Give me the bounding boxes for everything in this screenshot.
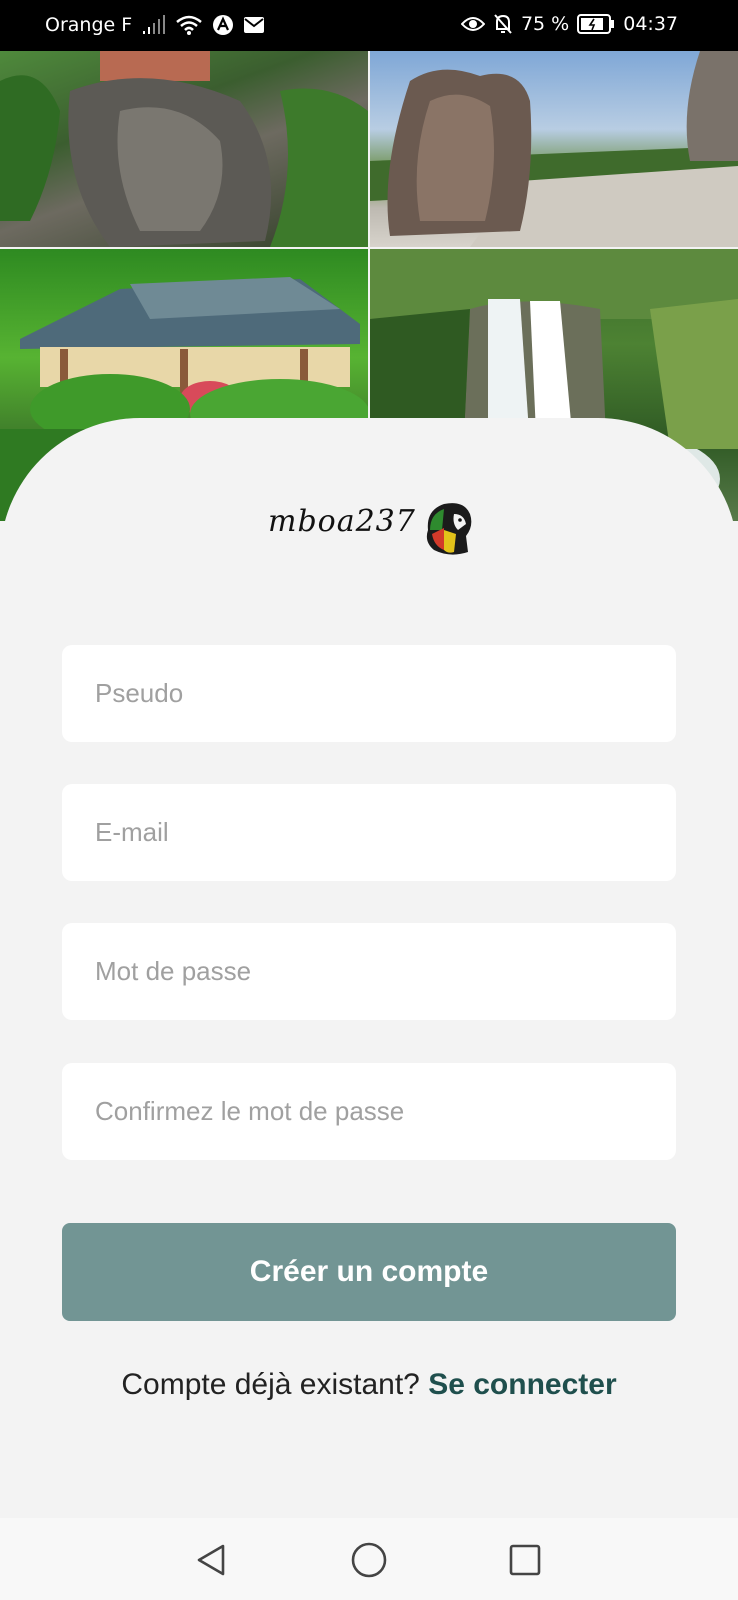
- wifi-icon: [176, 15, 202, 35]
- password-input[interactable]: [62, 923, 676, 1020]
- back-icon[interactable]: [189, 1538, 233, 1582]
- battery-percent: 75 %: [520, 13, 570, 35]
- signal-icon: [142, 15, 166, 35]
- logo-text: mboa237: [268, 504, 416, 539]
- home-icon[interactable]: [347, 1538, 391, 1582]
- battery-icon: [577, 14, 615, 34]
- bell-off-icon: [493, 13, 513, 35]
- carrier-label: Orange F: [45, 14, 133, 36]
- login-prompt: Compte déjà existant? Se connecter: [0, 1368, 738, 1402]
- login-question: Compte déjà existant?: [121, 1368, 420, 1401]
- app-logo: mboa237: [268, 498, 478, 562]
- eye-icon: [460, 15, 485, 33]
- clock: 04:37: [623, 13, 678, 35]
- hero-photo-rocks: [0, 51, 368, 247]
- status-bar: Orange F 75 % 04:37: [0, 0, 738, 51]
- create-account-button[interactable]: Créer un compte: [62, 1223, 676, 1321]
- recent-apps-icon[interactable]: [503, 1538, 547, 1582]
- email-input[interactable]: [62, 784, 676, 881]
- lion-logo-icon: [420, 500, 474, 563]
- pseudo-input[interactable]: [62, 645, 676, 742]
- mail-icon: [244, 17, 265, 33]
- notification-a-icon: [212, 14, 234, 36]
- hero-photo-statue: [370, 51, 738, 247]
- navigation-bar: [0, 1518, 738, 1600]
- login-link[interactable]: Se connecter: [428, 1368, 616, 1401]
- confirm-password-input[interactable]: [62, 1063, 676, 1160]
